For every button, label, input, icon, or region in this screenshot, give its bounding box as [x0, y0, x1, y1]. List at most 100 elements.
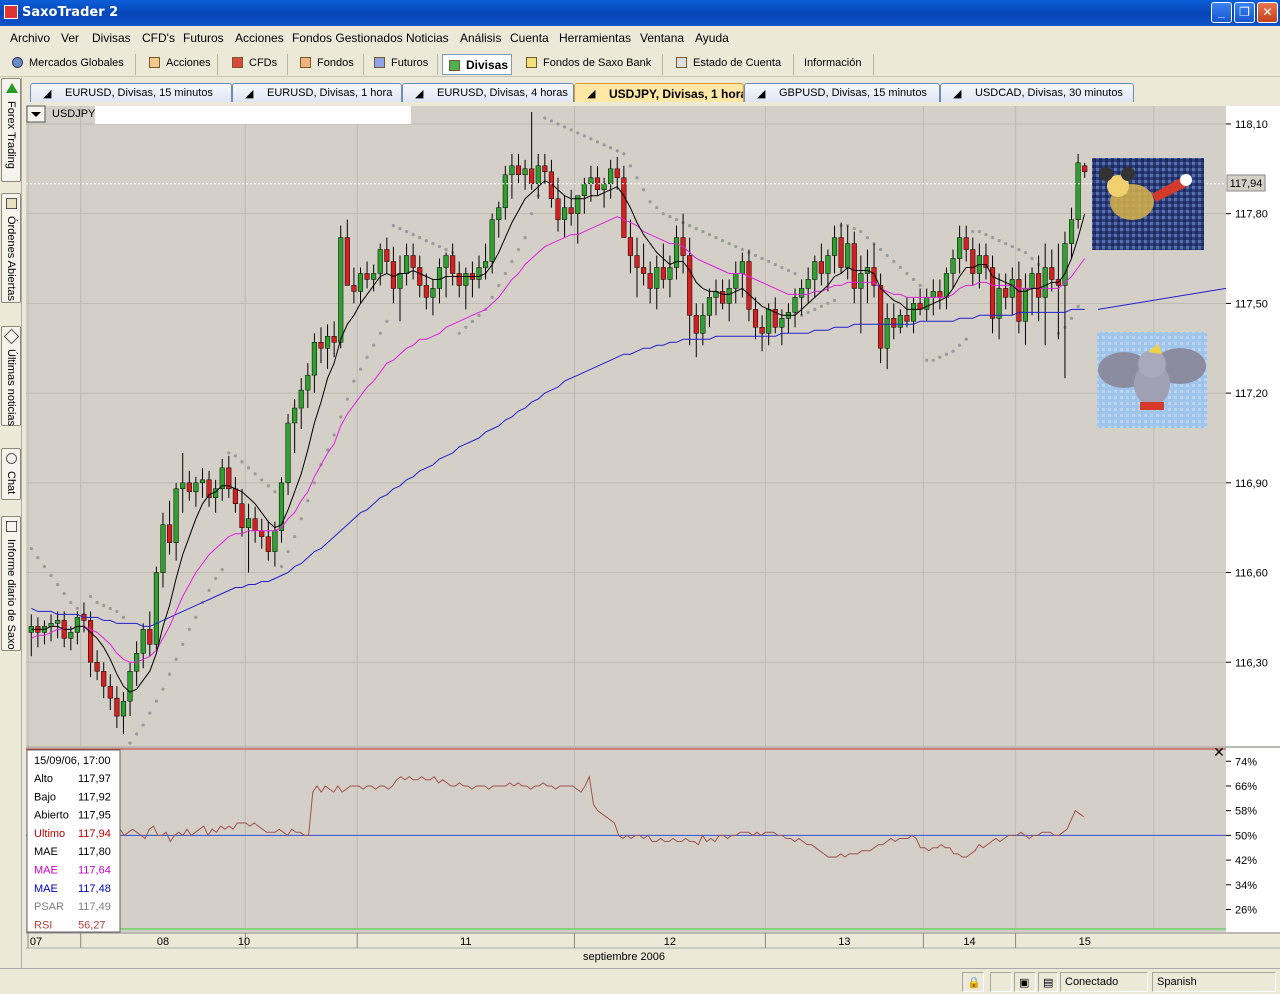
psar-dot: [562, 125, 567, 129]
chart-tab-usdcad-30min[interactable]: ◢ USDCAD, Divisas, 30 minutos: [940, 83, 1134, 102]
candle-body: [535, 165, 541, 185]
psar-dot: [279, 564, 284, 569]
toolbar-fondos-saxo-bank[interactable]: Fondos de Saxo Bank: [520, 54, 663, 75]
menu-acciones[interactable]: Acciones: [235, 31, 284, 45]
chart-tab-eurusd-1h[interactable]: ◢ EURUSD, Divisas, 1 hora: [232, 83, 402, 102]
psar-dot: [569, 128, 573, 132]
chart-icon: ◢: [245, 88, 254, 100]
menu-ayuda[interactable]: Ayuda: [695, 31, 729, 45]
side-tab-ordenes-abiertas[interactable]: Órdenes Abiertas: [1, 193, 21, 303]
psar-dot: [997, 238, 1001, 243]
data-window-value: 117,97: [78, 773, 111, 785]
candle-body: [87, 620, 94, 663]
side-tab-forex-trading[interactable]: Forex Trading: [1, 78, 21, 182]
psar-dot: [154, 699, 158, 703]
menu-cuenta[interactable]: Cuenta: [510, 31, 549, 45]
candle-body: [417, 267, 423, 286]
candle-body: [739, 261, 745, 274]
psar-dot: [938, 355, 942, 359]
psar-dot: [622, 152, 626, 156]
menu-divisas[interactable]: Divisas: [92, 31, 131, 45]
menu-ver[interactable]: Ver: [61, 31, 79, 45]
candle-body: [463, 273, 469, 286]
psar-dot: [293, 535, 297, 539]
candle-body: [298, 389, 304, 409]
menu-ventana[interactable]: Ventana: [640, 31, 684, 45]
psar-dot: [990, 235, 995, 240]
toolbar-acciones[interactable]: Acciones: [143, 54, 218, 75]
candle-body: [884, 318, 890, 349]
maximize-button[interactable]: ❐: [1234, 2, 1255, 23]
menu-fondos-gestionados[interactable]: Fondos Gestionados: [292, 31, 403, 45]
toolbar-informacion[interactable]: Información: [798, 54, 874, 75]
psar-dot: [29, 547, 33, 551]
candle-body: [989, 267, 996, 319]
candle-body: [1016, 279, 1022, 322]
candle-body: [673, 237, 680, 268]
candle-body: [364, 273, 370, 280]
rsi-panel: [26, 748, 1226, 932]
toolbar-divisas[interactable]: Divisas: [442, 54, 512, 75]
price-tick-label: 116,90: [1235, 478, 1268, 490]
psar-dot: [1023, 250, 1028, 255]
toolbar-estado-de-cuenta[interactable]: Estado de Cuenta: [670, 54, 794, 75]
menu-archivo[interactable]: Archivo: [10, 31, 50, 45]
chart-tab-usdjpy-1h[interactable]: ◢ USDJPY, Divisas, 1 hora: [574, 83, 744, 102]
side-tab-informe-diario[interactable]: Informe diario de Saxo: [1, 516, 21, 651]
chart-tab-strip: ◢ EURUSD, Divisas, 15 minutos ◢ EURUSD, Di…: [22, 82, 1280, 102]
side-tab-ultimas-noticias[interactable]: Últimas noticias: [1, 326, 21, 426]
psar-dot: [339, 415, 343, 419]
close-button[interactable]: ✕: [1257, 2, 1278, 23]
candle-body: [127, 670, 133, 702]
psar-dot: [898, 265, 902, 270]
psar-dot: [931, 358, 935, 362]
psar-dot: [720, 238, 725, 243]
psar-dot: [174, 657, 178, 661]
psar-dot: [767, 259, 771, 264]
toolbar-fondos[interactable]: Fondos: [294, 54, 364, 75]
candle-body: [799, 288, 805, 298]
psar-dot: [582, 134, 586, 138]
psar-dot: [398, 227, 402, 231]
candle-body: [489, 219, 495, 262]
menu-noticias[interactable]: Noticias: [406, 31, 449, 45]
candle-body: [654, 267, 660, 289]
psar-dot: [701, 230, 705, 234]
psar-dot: [1010, 244, 1014, 249]
psar-dot: [879, 247, 883, 252]
chart-tab-eurusd-4h[interactable]: ◢ EURUSD, Divisas, 4 horas: [402, 83, 574, 102]
psar-dot: [773, 262, 777, 267]
candle-body: [318, 342, 324, 349]
toolbar-mercados-globales[interactable]: Mercados Globales: [6, 54, 136, 75]
candle-body: [726, 288, 732, 304]
candle-body: [476, 267, 482, 280]
data-window-label: PSAR: [34, 901, 64, 913]
candle-body: [904, 315, 910, 322]
menu-futuros[interactable]: Futuros: [183, 31, 224, 45]
menu-cfds[interactable]: CFD's: [142, 31, 175, 45]
chart-tab-eurusd-15min[interactable]: ◢ EURUSD, Divisas, 15 minutos: [30, 83, 232, 102]
chat-icon: [6, 453, 17, 464]
toolbar-cfds[interactable]: CFDs: [226, 54, 288, 75]
candle-body: [733, 273, 739, 289]
close-indicator-icon[interactable]: ✕: [1213, 745, 1225, 761]
candle-body: [404, 255, 410, 274]
chart-tab-gbpusd-15min[interactable]: ◢ GBPUSD, Divisas, 15 minutos: [744, 83, 940, 102]
instrument-search-input[interactable]: [95, 106, 411, 124]
candle-body: [1042, 267, 1048, 298]
price-chart[interactable]: 118,10 117,80 117,50 117,20 116,90 116,60 116,…: [22, 102, 1280, 968]
psar-dot: [655, 206, 659, 210]
candle-body: [1062, 243, 1068, 286]
psar-dot: [424, 238, 428, 243]
minimize-button[interactable]: _: [1211, 2, 1232, 23]
candle-body: [963, 237, 969, 250]
menu-herramientas[interactable]: Herramientas: [559, 31, 631, 45]
psar-dot: [852, 227, 856, 231]
psar-dot: [694, 227, 698, 231]
menu-analisis[interactable]: Análisis: [460, 31, 501, 45]
candle-body: [193, 482, 199, 493]
side-tab-chat[interactable]: Chat: [1, 448, 21, 500]
candle-body: [305, 374, 311, 391]
product-toolbar: Mercados Globales Acciones CFDs Fondos F…: [0, 52, 1280, 77]
toolbar-futuros[interactable]: Futuros: [368, 54, 438, 75]
